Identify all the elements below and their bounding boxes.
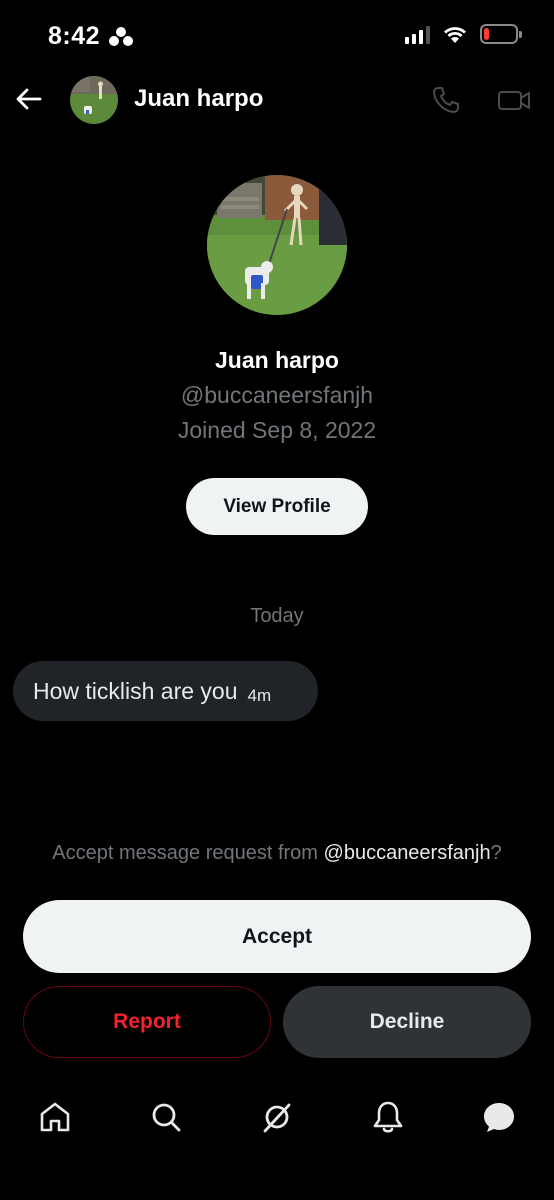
header-avatar[interactable] xyxy=(70,76,118,124)
bottom-nav xyxy=(0,1085,554,1149)
decline-button[interactable]: Decline xyxy=(283,986,531,1058)
message-text: How ticklish are you xyxy=(33,677,238,704)
view-profile-button[interactable]: View Profile xyxy=(186,478,368,535)
header-name[interactable]: Juan harpo xyxy=(134,85,263,113)
conversation-header: Juan harpo xyxy=(0,70,554,130)
search-icon[interactable] xyxy=(148,1099,184,1135)
profile-name: Juan harpo xyxy=(215,347,339,373)
messages-icon[interactable] xyxy=(481,1099,517,1135)
prompt-handle[interactable]: @buccaneersfanjh xyxy=(324,842,491,864)
status-bar: 8:42 xyxy=(0,0,554,70)
grok-icon[interactable] xyxy=(259,1099,295,1135)
profile-avatar[interactable] xyxy=(207,175,347,315)
video-camera-icon[interactable] xyxy=(496,84,532,116)
battery-icon xyxy=(480,24,522,44)
cellular-signal-icon xyxy=(405,24,430,44)
report-button[interactable]: Report xyxy=(23,986,271,1058)
accept-request-prompt: Accept message request from @buccaneersf… xyxy=(0,842,554,865)
avatar-photo xyxy=(70,76,118,124)
notifications-icon[interactable] xyxy=(370,1099,406,1135)
profile-joined-date: Joined Sep 8, 2022 xyxy=(177,417,377,443)
prompt-prefix: Accept message request from xyxy=(52,842,324,864)
accept-button[interactable]: Accept xyxy=(23,900,531,973)
phone-icon[interactable] xyxy=(430,84,462,116)
battery-level xyxy=(484,28,489,40)
prompt-suffix: ? xyxy=(490,842,502,864)
date-separator: Today xyxy=(250,605,304,627)
focus-mode-icon xyxy=(109,27,133,46)
status-time: 8:42 xyxy=(48,22,101,50)
back-arrow-icon[interactable] xyxy=(14,84,44,114)
profile-photo xyxy=(207,175,347,315)
message-timestamp: 4m xyxy=(247,686,272,705)
wifi-icon xyxy=(444,27,466,43)
message-bubble[interactable]: How ticklish are you 4m xyxy=(13,661,318,721)
profile-handle: @buccaneersfanjh xyxy=(180,382,374,408)
status-indicators xyxy=(405,24,522,44)
home-icon[interactable] xyxy=(37,1099,73,1135)
